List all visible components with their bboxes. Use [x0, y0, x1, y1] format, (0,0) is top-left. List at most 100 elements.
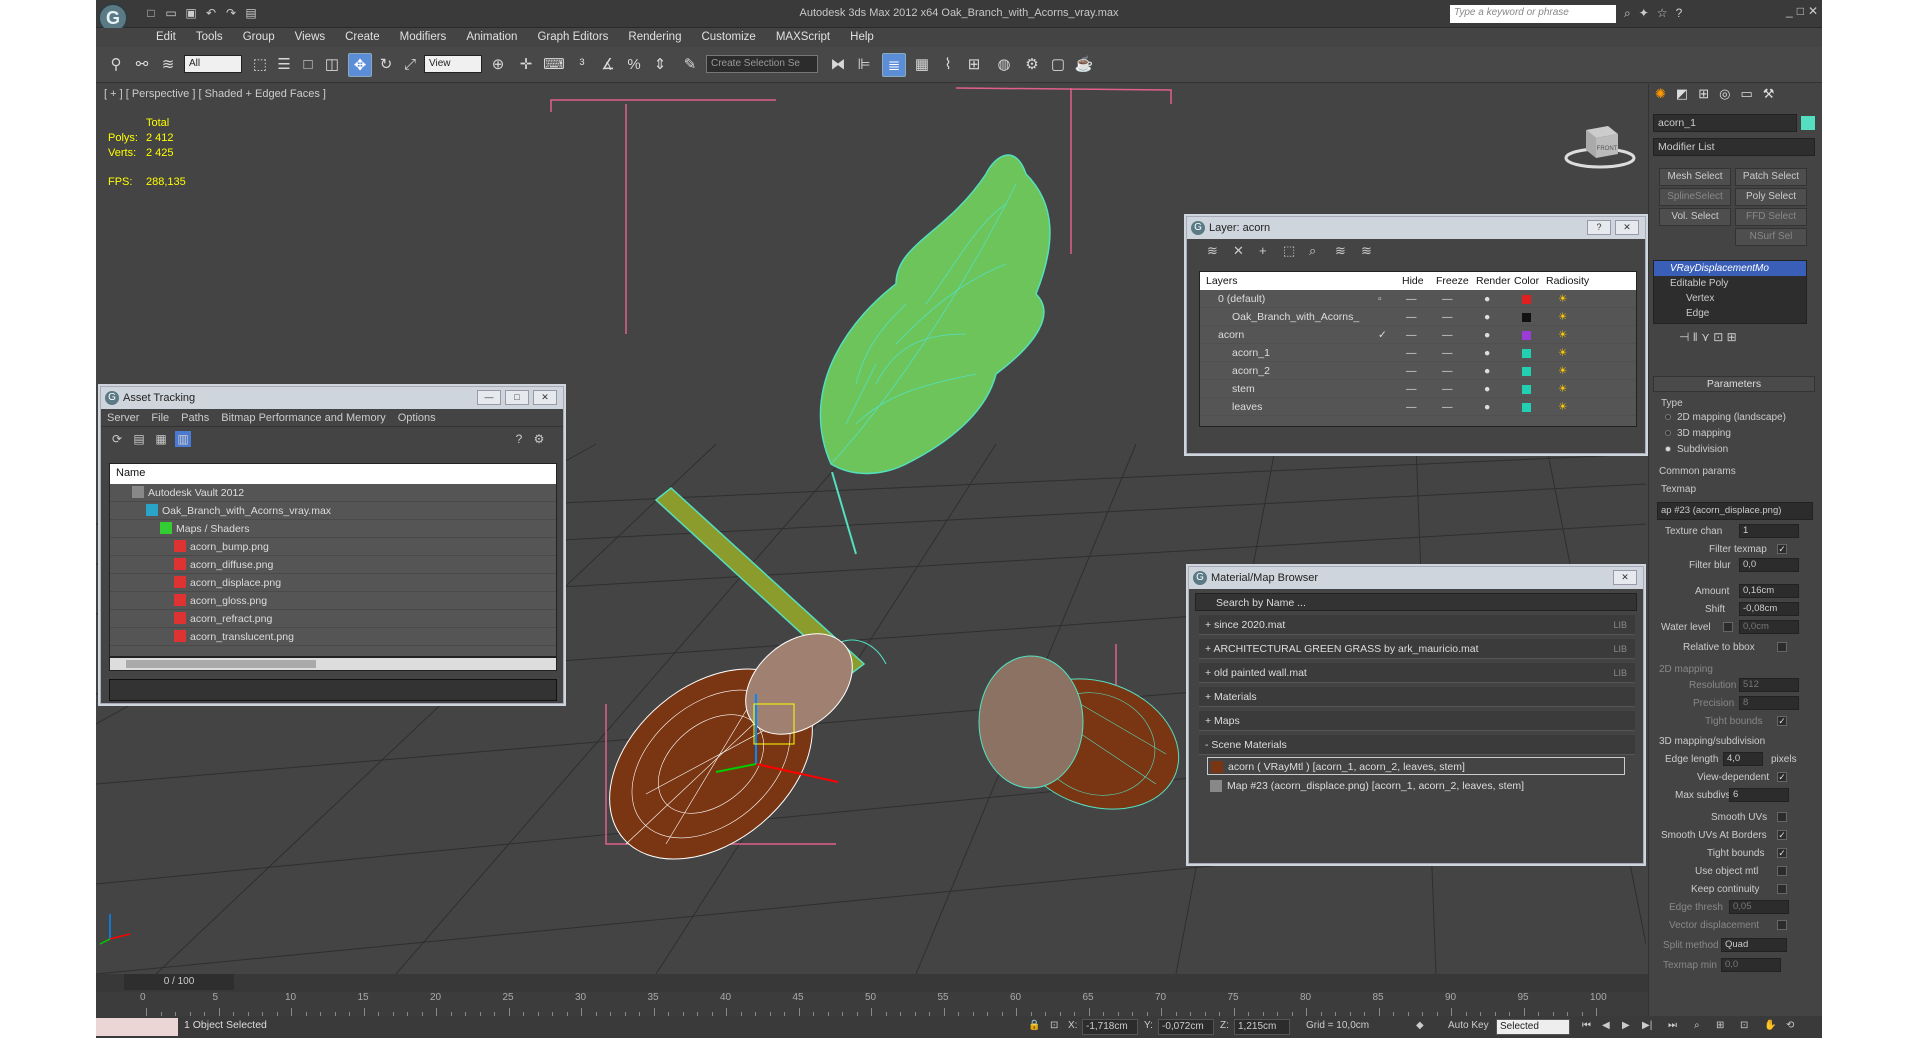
mirror-icon[interactable]: ⧓ — [826, 53, 850, 77]
ffd-select-button[interactable]: FFD Select — [1735, 208, 1807, 226]
close-icon[interactable]: ✕ — [1808, 4, 1818, 18]
menu-animation[interactable]: Animation — [456, 28, 527, 47]
filter-blur-spinner[interactable]: 0,0 — [1739, 558, 1799, 572]
spinner-snap-icon[interactable]: ⇕ — [648, 53, 672, 77]
freeze-toggle[interactable]: — — [1442, 308, 1453, 326]
active-layer-check-icon[interactable]: ✓ — [1378, 326, 1387, 344]
settings-icon[interactable]: ⚙ — [531, 431, 547, 447]
list-view-icon[interactable]: ▤ — [131, 431, 147, 447]
max-subdivs-spinner[interactable]: 6 — [1729, 788, 1789, 802]
smooth-uvs-borders-checkbox[interactable]: ✓ — [1777, 830, 1787, 840]
hierarchy-tab-icon[interactable]: ⊞ — [1698, 86, 1709, 102]
library-row[interactable]: + since 2020.mat LIB — [1199, 615, 1635, 635]
shift-spinner[interactable]: -0,08cm — [1739, 602, 1799, 616]
stack-item[interactable]: Editable Poly — [1654, 276, 1806, 291]
radio-subdivision-dot[interactable] — [1665, 446, 1671, 452]
subscription-icon[interactable]: ✦ — [1639, 6, 1649, 21]
auto-key-button[interactable]: Auto Key — [1448, 1020, 1489, 1031]
name-column-header[interactable]: Name — [110, 464, 556, 484]
menu-bitmap-performance[interactable]: Bitmap Performance and Memory — [215, 409, 391, 426]
radiosity-icon[interactable]: ☀ — [1558, 398, 1567, 416]
keep-continuity-checkbox[interactable] — [1777, 884, 1787, 894]
view-dependent-checkbox[interactable]: ✓ — [1777, 772, 1787, 782]
next-frame-icon[interactable]: ▶| — [1642, 1020, 1652, 1031]
radiosity-icon[interactable]: ☀ — [1558, 326, 1567, 344]
snaps-toggle-icon[interactable]: ³ — [570, 53, 594, 77]
col-layers[interactable]: Layers — [1206, 275, 1238, 287]
group-row[interactable]: + Materials — [1199, 687, 1635, 707]
material-editor-icon[interactable]: ◍ — [992, 53, 1016, 77]
minimize-icon[interactable]: _ — [1786, 4, 1793, 18]
vol-select-button[interactable]: Vol. Select — [1659, 208, 1731, 226]
menu-customize[interactable]: Customize — [691, 28, 765, 47]
library-row[interactable]: + ARCHITECTURAL GREEN GRASS by ark_mauri… — [1199, 639, 1635, 659]
current-layer-icon[interactable]: ▫ — [1378, 290, 1382, 308]
select-move-icon[interactable]: ✥ — [348, 53, 372, 77]
edit-named-selection-icon[interactable]: ✎ — [678, 53, 702, 77]
menu-server[interactable]: Server — [101, 409, 145, 426]
zoom-icon[interactable]: ⌕ — [1694, 1020, 1700, 1031]
col-render[interactable]: Render — [1476, 275, 1510, 287]
menu-edit[interactable]: Edit — [146, 28, 186, 47]
motion-tab-icon[interactable]: ◎ — [1719, 86, 1730, 102]
radio-3d-dot[interactable] — [1665, 430, 1671, 436]
viewport-label[interactable]: [ + ] [ Perspective ] [ Shaded + Edged F… — [104, 88, 326, 100]
object-name-field[interactable]: acorn_1 — [1653, 114, 1797, 132]
menu-group[interactable]: Group — [233, 28, 285, 47]
asset-tracking-titlebar[interactable]: G Asset Tracking — □ ✕ — [101, 387, 563, 409]
close-button[interactable]: ✕ — [533, 390, 557, 405]
select-scale-icon[interactable]: ⤢ — [398, 53, 422, 77]
layer-row[interactable]: acorn_2 — — ● ☀ — [1200, 362, 1636, 380]
select-rotate-icon[interactable]: ↻ — [374, 53, 398, 77]
tight-bounds-checkbox[interactable]: ✓ — [1777, 716, 1787, 726]
key-mode-dropdown[interactable]: Selected — [1496, 1019, 1570, 1035]
close-button[interactable]: ✕ — [1615, 220, 1639, 235]
texmap-button[interactable]: ap #23 (acorn_displace.png) — [1657, 502, 1813, 520]
freeze-toggle[interactable]: — — [1442, 362, 1453, 380]
radiosity-icon[interactable]: ☀ — [1558, 308, 1567, 326]
water-level-spinner[interactable]: 0,0cm — [1739, 620, 1799, 634]
radiosity-icon[interactable]: ☀ — [1558, 362, 1567, 380]
unlink-icon[interactable]: ⚯ — [130, 53, 154, 77]
smooth-uvs-checkbox[interactable] — [1777, 812, 1787, 822]
radio-2d-mapping[interactable]: 2D mapping (landscape) — [1677, 412, 1786, 423]
parameters-rollout[interactable]: Parameters — [1653, 376, 1815, 392]
select-objects-icon[interactable]: ⬚ — [1283, 243, 1295, 259]
go-to-end-icon[interactable]: ⏭ — [1668, 1020, 1677, 1031]
edge-thresh-spinner[interactable]: 0,05 — [1729, 900, 1789, 914]
track-bar[interactable]: 0 5 10 15 20 25 30 35 40 45 50 55 60 65 70 75 80 85 90 95 10… — [96, 992, 1648, 1016]
select-by-name-icon[interactable]: ☰ — [272, 53, 296, 77]
scene-material-item[interactable]: acorn ( VRayMtl ) [acorn_1, acorn_2, lea… — [1207, 757, 1625, 775]
resolution-spinner[interactable]: 512 — [1739, 678, 1799, 692]
angle-snap-icon[interactable]: ∡ — [596, 53, 620, 77]
selection-filter-dropdown[interactable]: All — [184, 55, 242, 73]
layer-color-swatch[interactable] — [1522, 349, 1531, 358]
object-color-swatch[interactable] — [1801, 116, 1815, 130]
percent-snap-icon[interactable]: % — [622, 53, 646, 77]
menu-views[interactable]: Views — [285, 28, 335, 47]
create-layer-icon[interactable]: ≋ — [1207, 243, 1218, 259]
table-view-icon[interactable]: ▥ — [175, 431, 191, 447]
hide-toggle[interactable]: — — [1406, 290, 1417, 308]
menu-maxscript[interactable]: MAXScript — [766, 28, 840, 47]
split-method-dropdown[interactable]: Quad — [1721, 938, 1787, 952]
patch-select-button[interactable]: Patch Select — [1735, 168, 1807, 186]
tree-row[interactable]: acorn_diffuse.png — [110, 556, 556, 574]
stack-item[interactable]: Vertex — [1654, 291, 1806, 306]
hide-toggle[interactable]: — — [1406, 398, 1417, 416]
hide-all-icon[interactable]: ≋ — [1335, 243, 1346, 259]
delete-layer-icon[interactable]: ✕ — [1233, 243, 1244, 259]
link-icon[interactable]: ⚲ — [104, 53, 128, 77]
layer-row[interactable]: Oak_Branch_with_Acorns_ — — ● ☀ — [1200, 308, 1636, 326]
refresh-icon[interactable]: ⟳ — [109, 431, 125, 447]
help-button[interactable]: ? — [1587, 220, 1611, 235]
radio-subdivision[interactable]: Subdivision — [1677, 444, 1728, 455]
radio-3d-mapping[interactable]: 3D mapping — [1677, 428, 1731, 439]
freeze-toggle[interactable]: — — [1442, 344, 1453, 362]
layer-color-swatch[interactable] — [1522, 385, 1531, 394]
stack-item[interactable]: Edge — [1654, 306, 1806, 321]
render-teapot-icon[interactable]: ● — [1484, 344, 1490, 362]
z-coordinate-field[interactable]: 1,215cm — [1234, 1019, 1290, 1035]
col-freeze[interactable]: Freeze — [1436, 275, 1469, 287]
curve-editor-icon[interactable]: ⌇ — [936, 53, 960, 77]
